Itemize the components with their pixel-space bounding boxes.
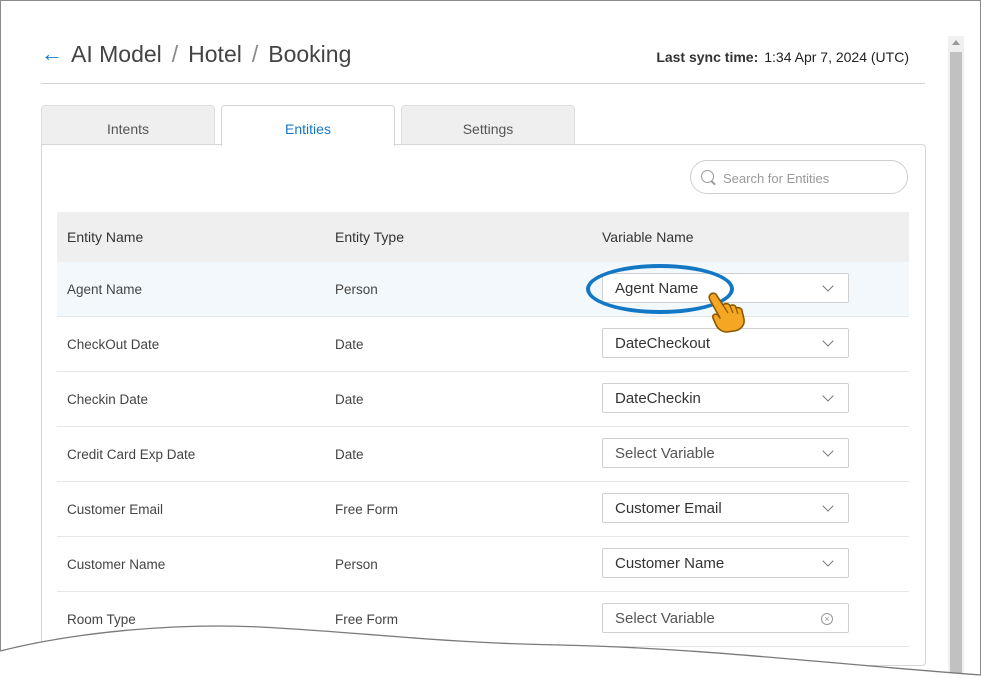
hand-pointer-icon: [708, 292, 745, 333]
vertical-scrollbar[interactable]: [948, 36, 964, 677]
entity-name: Customer Email: [67, 502, 164, 517]
search-input[interactable]: [721, 167, 901, 189]
search-box[interactable]: [690, 160, 908, 194]
chevron-down-icon: [822, 390, 834, 402]
column-header-entity-name: Entity Name: [67, 229, 144, 245]
variable-placeholder: Select Variable: [615, 445, 715, 462]
tab-settings[interactable]: Settings: [401, 105, 575, 144]
entity-name: Agent Name: [67, 282, 143, 297]
entity-name: CheckOut Date: [67, 337, 160, 352]
table-row: Agent Name Person Agent Name: [57, 262, 909, 317]
chevron-down-icon: [822, 280, 834, 292]
breadcrumb-item-ai-model[interactable]: AI Model: [71, 41, 162, 67]
torn-edge: [0, 625, 981, 678]
page-header: ← AI Model / Hotel / Booking Last sync time:…: [41, 39, 925, 84]
column-header-variable-name: Variable Name: [602, 229, 694, 245]
last-sync-label: Last sync time:: [656, 49, 759, 65]
table-row: Credit Card Exp Date Date Select Variabl…: [57, 427, 909, 482]
entity-type: Date: [335, 337, 364, 352]
variable-value: Customer Name: [615, 555, 725, 572]
variable-value: DateCheckin: [615, 390, 701, 407]
variable-dropdown[interactable]: Select Variable: [602, 438, 849, 468]
variable-dropdown[interactable]: DateCheckin: [602, 383, 849, 413]
entity-name: Checkin Date: [67, 392, 149, 407]
variable-value: DateCheckout: [615, 335, 711, 352]
entity-type: Person: [335, 557, 378, 572]
entity-type: Date: [335, 392, 364, 407]
column-header-entity-type: Entity Type: [335, 229, 405, 245]
table-row: Customer Name Person Customer Name: [57, 537, 909, 592]
breadcrumb-separator: /: [171, 41, 179, 67]
breadcrumb-item-hotel[interactable]: Hotel: [188, 41, 242, 67]
breadcrumb-item-booking: Booking: [268, 41, 352, 67]
entity-type: Person: [335, 282, 378, 297]
last-sync-value: 1:34 Apr 7, 2024 (UTC): [764, 49, 909, 65]
tab-intents[interactable]: Intents: [41, 105, 215, 144]
variable-dropdown[interactable]: Customer Email: [602, 493, 849, 523]
table-row: Customer Email Free Form Customer Email: [57, 482, 909, 537]
entity-type: Date: [335, 447, 364, 462]
chevron-down-icon: [822, 500, 834, 512]
breadcrumb-separator: /: [251, 41, 259, 67]
table-header: Entity Name Entity Type Variable Name: [57, 212, 909, 262]
table-row: CheckOut Date Date DateCheckout: [57, 317, 909, 372]
entities-panel: Entity Name Entity Type Variable Name Ag…: [41, 144, 926, 666]
table-row: Checkin Date Date DateCheckin: [57, 372, 909, 427]
variable-value: Customer Email: [615, 500, 722, 517]
scrollbar-thumb[interactable]: [950, 52, 962, 677]
entity-name: Credit Card Exp Date: [67, 447, 196, 462]
chevron-down-icon: [822, 335, 834, 347]
app-window: ← AI Model / Hotel / Booking Last sync time:…: [0, 0, 981, 678]
entity-name: Customer Name: [67, 557, 166, 572]
search-icon: [701, 170, 714, 183]
entities-table: Entity Name Entity Type Variable Name Ag…: [57, 212, 909, 647]
entity-type: Free Form: [335, 502, 399, 517]
variable-dropdown[interactable]: Customer Name: [602, 548, 849, 578]
scroll-up-icon[interactable]: [952, 40, 960, 45]
breadcrumb: AI Model / Hotel / Booking: [71, 41, 351, 68]
back-arrow-icon[interactable]: ←: [41, 43, 63, 65]
tab-entities[interactable]: Entities: [221, 105, 395, 146]
chevron-down-icon: [822, 555, 834, 567]
last-sync-info: Last sync time: 1:34 Apr 7, 2024 (UTC): [656, 49, 909, 65]
chevron-down-icon: [822, 445, 834, 457]
